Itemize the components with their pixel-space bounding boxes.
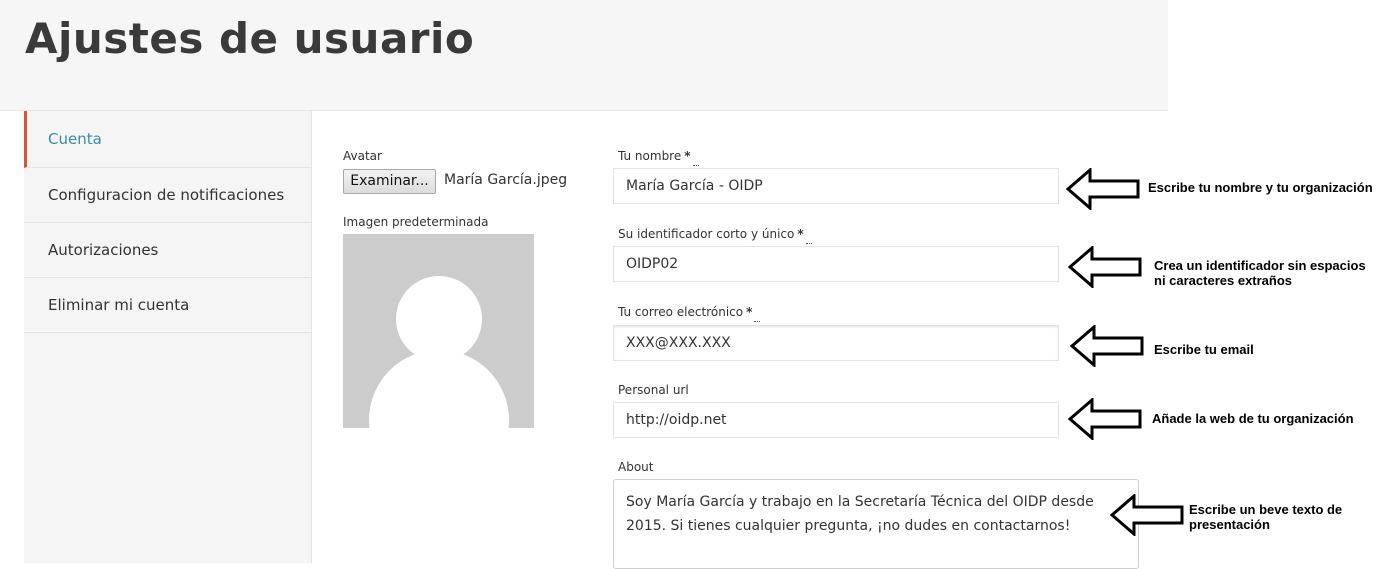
nickname-field[interactable]: OIDP02 <box>613 246 1059 282</box>
annotation-about-line1: Escribe un beve texto de <box>1189 502 1343 517</box>
arrow-left-icon <box>1066 168 1140 210</box>
annotation-url: Añade la web de tu organización <box>1152 411 1354 426</box>
annotation-nickname: Crea un identificador sin espacios ni ca… <box>1154 258 1366 288</box>
email-label: Tu correo electrónico * <box>618 305 761 322</box>
default-avatar-image <box>343 234 534 428</box>
required-hint-dots <box>692 165 699 166</box>
page-title: Ajustes de usuario <box>25 14 475 63</box>
name-field[interactable]: María García - OIDP <box>613 168 1059 204</box>
about-label: About <box>618 460 654 474</box>
email-label-text: Tu correo electrónico <box>618 305 744 319</box>
email-field[interactable]: XXX@XXX.XXX <box>613 325 1059 361</box>
required-marker: * <box>746 305 753 319</box>
selected-file-name: María García.jpeg <box>444 172 568 188</box>
annotation-about-line2: presentación <box>1189 517 1270 532</box>
avatar-body-shape <box>369 350 509 428</box>
about-textarea[interactable]: Soy María García y trabajo en la Secreta… <box>613 479 1139 569</box>
annotation-nickname-line1: Crea un identificador sin espacios <box>1154 258 1366 273</box>
nickname-label: Su identificador corto y único * <box>618 227 812 244</box>
browse-file-button[interactable]: Examinar... <box>343 169 436 194</box>
default-image-label: Imagen predeterminada <box>343 215 489 229</box>
name-label: Tu nombre * <box>618 149 699 166</box>
required-hint-dots <box>754 321 761 322</box>
required-marker: * <box>684 149 691 163</box>
avatar-label: Avatar <box>343 149 382 163</box>
required-marker: * <box>797 227 804 241</box>
settings-sidebar: Cuenta Configuracion de notificaciones A… <box>24 111 312 563</box>
sidebar-item-cuenta[interactable]: Cuenta <box>24 111 311 168</box>
arrow-left-icon <box>1110 494 1184 536</box>
annotation-nickname-line2: ni caracteres extraños <box>1154 273 1293 288</box>
annotation-name: Escribe tu nombre y tu organización <box>1148 180 1373 195</box>
required-hint-dots <box>805 243 812 244</box>
url-field[interactable]: http://oidp.net <box>613 402 1059 438</box>
sidebar-item-eliminar-cuenta[interactable]: Eliminar mi cuenta <box>24 278 311 333</box>
url-label: Personal url <box>618 383 689 397</box>
name-label-text: Tu nombre <box>618 149 682 163</box>
nickname-label-text: Su identificador corto y único <box>618 227 795 241</box>
arrow-left-icon <box>1068 246 1142 288</box>
page-header: Ajustes de usuario <box>0 0 1168 111</box>
arrow-left-icon <box>1068 398 1142 440</box>
annotation-about: Escribe un beve texto de presentación <box>1189 502 1342 532</box>
sidebar-item-notificaciones[interactable]: Configuracion de notificaciones <box>24 168 311 223</box>
sidebar-item-autorizaciones[interactable]: Autorizaciones <box>24 223 311 278</box>
arrow-left-icon <box>1070 325 1144 367</box>
annotation-email: Escribe tu email <box>1154 342 1254 357</box>
